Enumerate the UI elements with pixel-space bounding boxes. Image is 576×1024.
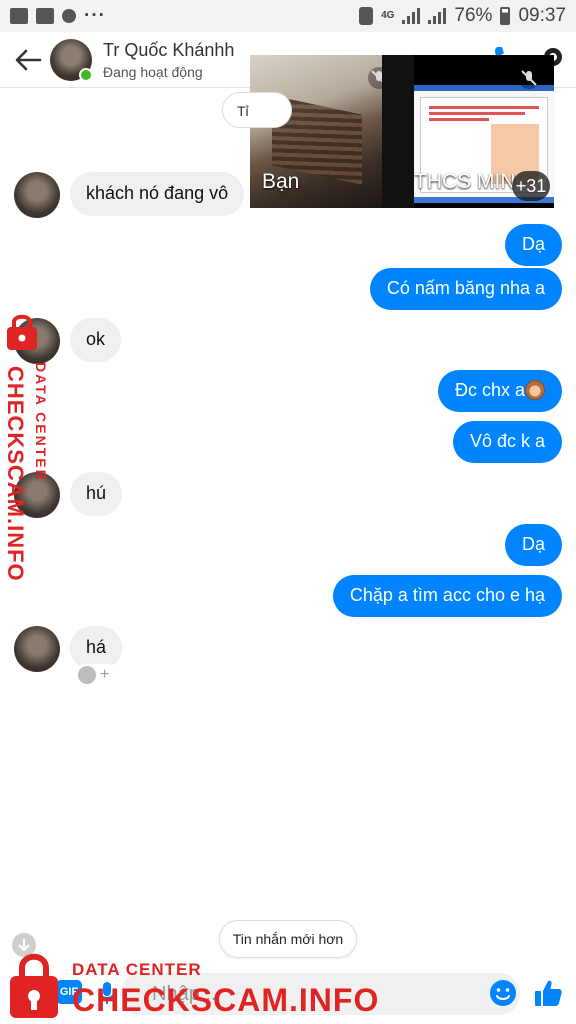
clock: 09:37	[518, 5, 566, 26]
network-type: 4G	[381, 10, 395, 21]
reaction-plus: +	[100, 666, 110, 683]
status-bar: ··· 4G 76% 09:37	[0, 0, 576, 32]
date-separator: Tỉ	[222, 92, 292, 128]
woman-emoji-icon	[525, 380, 545, 400]
remote-mic-off-icon	[518, 67, 540, 89]
message-bubble-outgoing[interactable]: Dạ	[504, 224, 562, 266]
battery-icon	[500, 7, 511, 25]
watermark-vertical-sub-text: DATA CENTER	[33, 362, 49, 482]
watermark-vertical-brand: CHECKSCAM.INFO	[4, 366, 28, 582]
back-arrow-icon[interactable]	[12, 46, 44, 74]
more-notifications-icon: ···	[84, 5, 106, 26]
person-notification-icon	[62, 9, 76, 23]
contact-status: Đang hoạt động	[103, 64, 203, 80]
thumbs-up-icon[interactable]	[532, 977, 564, 1009]
message-bubble-outgoing[interactable]: Có nấm băng nha a	[369, 268, 562, 310]
folder-notification-icon	[36, 8, 54, 24]
mic-off-icon	[368, 67, 382, 89]
watermark-sub: DATA CENTER	[72, 960, 202, 979]
message-bubble-outgoing[interactable]: Đc chx a	[437, 370, 562, 412]
signal-icon-2	[428, 8, 447, 24]
message-bubble-outgoing[interactable]: Vô đc k a	[452, 421, 562, 463]
newer-messages-button[interactable]: Tin nhắn mới hơn	[219, 920, 357, 958]
contact-name[interactable]: Tr Quốc Khánhh	[103, 40, 234, 61]
watermark-brand: CHECKSCAM.INFO	[72, 982, 380, 1018]
sender-avatar[interactable]	[14, 172, 60, 218]
watermark-lock-icon	[7, 314, 37, 350]
message-bubble-incoming[interactable]: ok	[70, 318, 122, 362]
image-notification-icon	[10, 8, 28, 24]
online-indicator	[79, 68, 93, 82]
battery-percent: 76%	[454, 5, 493, 26]
message-bubble-outgoing[interactable]: Dạ	[504, 524, 562, 566]
signal-icon	[402, 8, 421, 24]
message-bubble-outgoing[interactable]: Chặp a tìm acc cho e hạ	[332, 575, 562, 617]
message-bubble-incoming[interactable]: hú	[70, 472, 123, 516]
sim-icon	[359, 7, 374, 25]
watermark-lock-icon-large	[10, 953, 58, 1018]
add-reaction-button[interactable]: +	[74, 664, 120, 686]
watermark-vertical-sub: DATA CENTER	[33, 362, 49, 482]
watermark-vertical-brand-text: CHECKSCAM.INFO	[4, 366, 28, 582]
message-list[interactable]: Tỉ khách nó đang vô Dạ Có nấm băng nha a…	[0, 88, 576, 928]
emoji-icon[interactable]	[488, 978, 518, 1008]
reaction-smiley-icon	[78, 666, 96, 684]
message-bubble-incoming[interactable]: khách nó đang vô	[70, 172, 245, 216]
message-text: Đc chx a	[454, 380, 525, 400]
sender-avatar[interactable]	[14, 626, 60, 672]
